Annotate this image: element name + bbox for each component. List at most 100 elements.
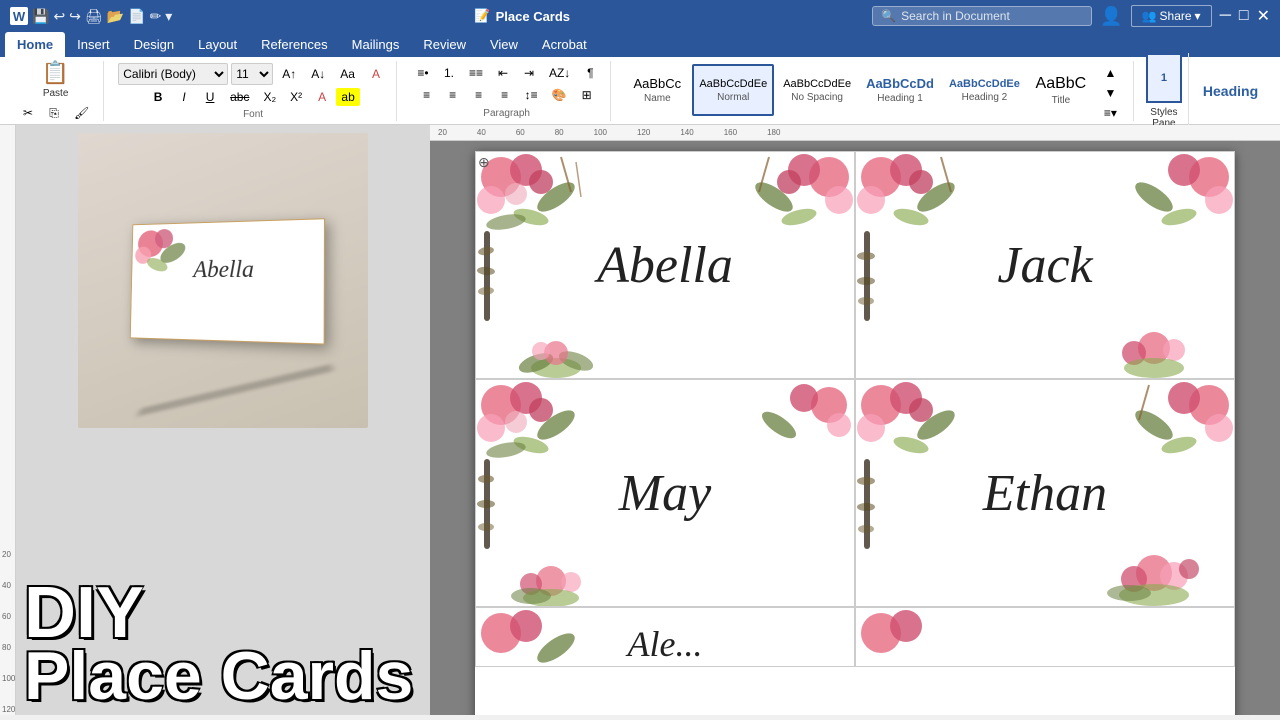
text-effects-button[interactable]: A <box>364 64 388 84</box>
title-center: 📝 Place Cards <box>474 8 570 24</box>
card-partial-floral-2 <box>856 608 986 667</box>
styles-down-button[interactable]: ▼ <box>1098 83 1122 103</box>
style-normal[interactable]: AaBbCcDdEe Normal <box>692 64 774 116</box>
highlight-button[interactable]: ab <box>336 88 360 106</box>
draw-icon[interactable]: ✏ <box>150 8 162 25</box>
save-icon[interactable]: 💾 <box>32 8 49 25</box>
print-icon[interactable]: 🖨 <box>85 8 103 25</box>
align-left-button[interactable]: ≡ <box>415 85 439 105</box>
word-doc-icon: 📝 <box>474 8 490 24</box>
align-right-button[interactable]: ≡ <box>467 85 491 105</box>
style-heading1-preview: AaBbCcDd <box>866 76 934 91</box>
font-size-select[interactable]: 11 <box>231 63 273 85</box>
styles-row: AaBbCc Name AaBbCcDdEe Normal AaBbCcDdEe… <box>625 63 1125 118</box>
bullets-button[interactable]: ≡• <box>411 63 435 83</box>
customize-icon[interactable]: ▾ <box>165 8 172 25</box>
tab-mailings[interactable]: Mailings <box>340 32 412 57</box>
styles-pane-button[interactable]: 1 <box>1146 53 1182 103</box>
styles-more-button[interactable]: ≡▾ <box>1098 103 1123 123</box>
share-button[interactable]: 👥 Share ▾ <box>1131 5 1212 27</box>
undo-icon[interactable]: ↩ <box>53 8 65 25</box>
style-name[interactable]: AaBbCc Name <box>625 64 689 116</box>
title-bar-left: W 💾 ↩ ↪ 🖨 📂 📄 ✏ ▾ <box>10 7 172 25</box>
tab-design[interactable]: Design <box>122 32 186 57</box>
position-anchor-icon[interactable]: ⊕ <box>478 154 494 170</box>
font-group: Calibri (Body) 11 A↑ A↓ Aa A B I U abc X… <box>110 61 397 121</box>
align-center-button[interactable]: ≡ <box>441 85 465 105</box>
paste-button[interactable]: 📋 Paste <box>37 58 74 101</box>
borders-button[interactable]: ⊞ <box>575 85 599 105</box>
clear-format-button[interactable]: Aa <box>334 64 361 84</box>
show-formatting-button[interactable]: ¶ <box>578 63 602 83</box>
style-heading1[interactable]: AaBbCcDd Heading 1 <box>860 64 940 116</box>
tab-references[interactable]: References <box>249 32 339 57</box>
place-card-may[interactable]: May <box>475 379 855 607</box>
multilevel-list-button[interactable]: ≡≡ <box>463 63 489 83</box>
styles-pane-number: 1 <box>1161 72 1167 84</box>
strikethrough-button[interactable]: abc <box>224 87 255 107</box>
paste-icon: 📋 <box>42 60 69 86</box>
tab-view[interactable]: View <box>478 32 530 57</box>
font-family-select[interactable]: Calibri (Body) <box>118 63 228 85</box>
overlay-text: DIY Place Cards <box>16 573 430 715</box>
search-placeholder: Search in Document <box>901 9 1010 23</box>
card-floral-bl-3 <box>496 556 606 606</box>
overlay-diy-text: DIY <box>24 581 422 646</box>
increase-indent-button[interactable]: ⇥ <box>517 63 541 83</box>
style-title[interactable]: AaBbC Title <box>1029 64 1093 116</box>
tab-home[interactable]: Home <box>5 32 65 57</box>
copy-button[interactable]: ⎘ <box>42 103 66 124</box>
card-floral-br-2 <box>1094 328 1214 378</box>
place-card-thumbnail: Abella <box>130 218 325 344</box>
tab-insert[interactable]: Insert <box>65 32 122 57</box>
style-heading2[interactable]: AaBbCcDdEe Heading 2 <box>943 64 1026 116</box>
tab-layout[interactable]: Layout <box>186 32 249 57</box>
left-ruler: 20 40 60 80 100 120 <box>0 125 16 715</box>
italic-button[interactable]: I <box>172 87 196 107</box>
share-label: Share <box>1160 9 1192 23</box>
place-card-jack[interactable]: Jack <box>855 151 1235 379</box>
decrease-font-button[interactable]: A↓ <box>305 64 331 84</box>
style-no-spacing-preview: AaBbCcDdEe <box>783 78 851 90</box>
shading-button[interactable]: 🎨 <box>546 85 573 105</box>
format-painter-button[interactable]: 🖌 <box>68 103 95 124</box>
style-no-spacing[interactable]: AaBbCcDdEe No Spacing <box>777 64 857 116</box>
search-box[interactable]: 🔍 Search in Document <box>872 6 1092 26</box>
place-card-abella[interactable]: Abella <box>475 151 855 379</box>
decrease-indent-button[interactable]: ⇤ <box>491 63 515 83</box>
line-spacing-button[interactable]: ↕≡ <box>519 85 544 105</box>
maximize-icon[interactable]: □ <box>1239 7 1249 25</box>
bold-button[interactable]: B <box>146 87 170 107</box>
search-icon: 🔍 <box>881 9 896 23</box>
numbering-button[interactable]: 1. <box>437 63 461 83</box>
document-area[interactable]: 20 40 60 80 100 120 140 160 180 ⊕ <box>430 125 1280 715</box>
new-file-icon[interactable]: 📄 <box>128 8 145 25</box>
place-card-ethan[interactable]: Ethan <box>855 379 1235 607</box>
redo-icon[interactable]: ↪ <box>69 8 81 25</box>
overlay-place-cards-text: Place Cards <box>24 646 422 707</box>
card-floral-tr-1 <box>724 152 854 257</box>
minimize-icon[interactable]: ─ <box>1220 7 1231 25</box>
close-icon[interactable]: ✕ <box>1257 6 1270 26</box>
increase-font-button[interactable]: A↑ <box>276 64 302 84</box>
font-color-button[interactable]: A <box>310 87 334 107</box>
subscript-button[interactable]: X₂ <box>257 87 282 107</box>
styles-up-button[interactable]: ▲ <box>1098 63 1122 83</box>
user-icon[interactable]: 👤 <box>1100 6 1122 27</box>
open-file-icon[interactable]: 📂 <box>107 8 124 25</box>
thumbnail-floral-tl <box>132 223 196 277</box>
sort-button[interactable]: AZ↓ <box>543 63 576 83</box>
cut-button[interactable]: ✂ <box>16 103 40 124</box>
tab-acrobat[interactable]: Acrobat <box>530 32 599 57</box>
superscript-button[interactable]: X² <box>284 87 308 107</box>
tab-review[interactable]: Review <box>411 32 478 57</box>
ribbon-content: 📋 Paste ✂ ⎘ 🖌 Calibri (Body) 11 A↑ A↓ Aa… <box>0 57 1280 125</box>
share-icon: 👥 <box>1142 9 1157 23</box>
word-icon: W <box>10 7 28 25</box>
underline-button[interactable]: U <box>198 87 222 107</box>
card-name-jack: Jack <box>997 236 1092 295</box>
card-floral-br-4 <box>1089 551 1219 606</box>
card-floral-br-1 <box>506 333 606 378</box>
card-partial-floral-1 <box>476 608 606 667</box>
justify-button[interactable]: ≡ <box>493 85 517 105</box>
